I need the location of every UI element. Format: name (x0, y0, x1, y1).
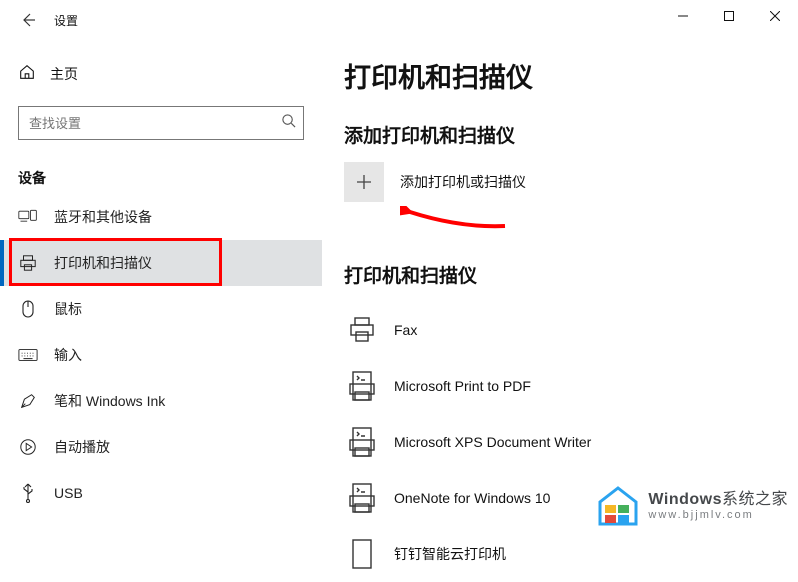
devices-icon (18, 209, 38, 225)
maximize-icon (724, 11, 734, 21)
sidebar-item-label: 输入 (54, 345, 82, 365)
sidebar-item-usb[interactable]: USB (0, 470, 322, 516)
close-button[interactable] (752, 0, 798, 32)
printer-icon (18, 254, 38, 272)
plus-icon (354, 172, 374, 192)
printer-device-icon (344, 370, 380, 402)
printer-item-dingtalk[interactable]: 钉钉智能云打印机 (344, 526, 778, 582)
search-icon (281, 113, 296, 133)
title-bar: 设置 (0, 0, 798, 40)
watermark-line2: www.bjjmlv.com (648, 509, 788, 521)
search-input[interactable] (18, 106, 304, 140)
sidebar-item-label: 自动播放 (54, 437, 110, 457)
sidebar: 主页 设备 蓝牙和其他设备 打印机和扫描仪 (0, 40, 322, 534)
window-title: 设置 (54, 12, 78, 29)
printer-device-icon (344, 538, 380, 570)
window-controls (660, 0, 798, 32)
minimize-button[interactable] (660, 0, 706, 32)
printer-name: Fax (394, 322, 417, 338)
printer-name: OneNote for Windows 10 (394, 490, 550, 506)
sidebar-item-label: 打印机和扫描仪 (54, 253, 152, 273)
section-header-list: 打印机和扫描仪 (344, 261, 778, 288)
printer-name: Microsoft XPS Document Writer (394, 434, 591, 450)
close-icon (770, 11, 780, 21)
sidebar-item-mouse[interactable]: 鼠标 (0, 286, 322, 332)
printer-device-icon (344, 314, 380, 346)
sidebar-home[interactable]: 主页 (0, 52, 322, 96)
watermark: Windows系统之家 www.bjjmlv.com (596, 484, 788, 528)
page-title: 打印机和扫描仪 (344, 56, 778, 95)
printer-item-xps[interactable]: Microsoft XPS Document Writer (344, 414, 778, 470)
sidebar-item-label: 蓝牙和其他设备 (54, 207, 152, 227)
sidebar-item-autoplay[interactable]: 自动播放 (0, 424, 322, 470)
printer-item-fax[interactable]: Fax (344, 302, 778, 358)
sidebar-item-pen[interactable]: 笔和 Windows Ink (0, 378, 322, 424)
sidebar-group-header: 设备 (0, 158, 322, 194)
sidebar-item-bluetooth[interactable]: 蓝牙和其他设备 (0, 194, 322, 240)
autoplay-icon (18, 438, 38, 456)
keyboard-icon (18, 348, 38, 362)
sidebar-item-label: 鼠标 (54, 299, 82, 319)
annotation-arrow (400, 206, 778, 237)
watermark-line1: Windows系统之家 (648, 491, 788, 509)
printer-device-icon (344, 426, 380, 458)
maximize-button[interactable] (706, 0, 752, 32)
section-header-add: 添加打印机和扫描仪 (344, 121, 778, 148)
home-icon (18, 63, 36, 86)
sidebar-item-label: USB (54, 485, 83, 501)
search-box (18, 106, 304, 140)
sidebar-item-label: 笔和 Windows Ink (54, 391, 165, 411)
printer-name: Microsoft Print to PDF (394, 378, 531, 394)
add-printer-row[interactable]: 添加打印机或扫描仪 (344, 162, 778, 202)
add-button[interactable] (344, 162, 384, 202)
sidebar-item-printers[interactable]: 打印机和扫描仪 (0, 240, 322, 286)
watermark-logo-icon (596, 484, 640, 528)
mouse-icon (18, 300, 38, 318)
pen-icon (18, 392, 38, 410)
minimize-icon (678, 11, 688, 21)
sidebar-item-typing[interactable]: 输入 (0, 332, 322, 378)
arrow-left-icon (20, 12, 36, 28)
add-button-label: 添加打印机或扫描仪 (400, 172, 526, 192)
content-area: 打印机和扫描仪 添加打印机和扫描仪 添加打印机或扫描仪 打印机和扫描仪 Fax (322, 40, 798, 534)
printer-device-icon (344, 482, 380, 514)
back-button[interactable] (8, 0, 48, 40)
sidebar-home-label: 主页 (50, 64, 78, 84)
printer-item-pdf[interactable]: Microsoft Print to PDF (344, 358, 778, 414)
printer-name: 钉钉智能云打印机 (394, 544, 506, 564)
usb-icon (18, 483, 38, 503)
